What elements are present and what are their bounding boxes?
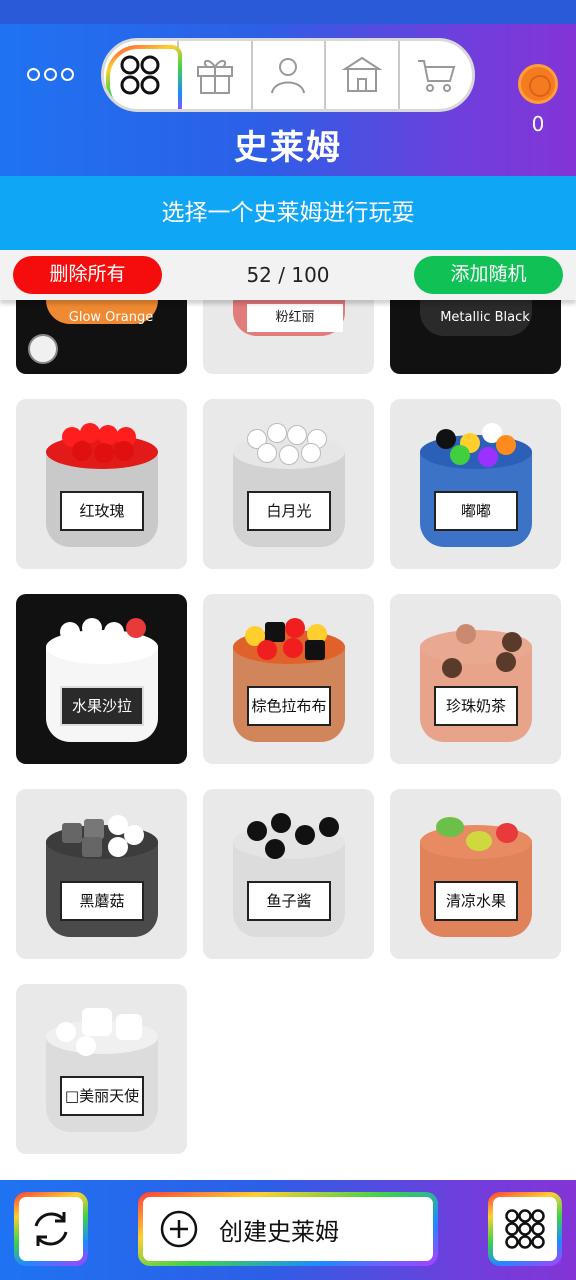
slime-jar: 珍珠奶茶 (420, 624, 532, 742)
cart-icon (418, 60, 456, 92)
slime-label: Metallic Black (440, 310, 530, 325)
slime-label: 清凉水果 (434, 881, 518, 921)
tab-slimes[interactable] (104, 41, 178, 109)
slime-jar: 鱼子酱 (233, 813, 345, 937)
tab-gifts[interactable] (176, 41, 251, 109)
refresh-button[interactable] (14, 1192, 88, 1266)
slime-jar: 棕色拉布布 (233, 618, 345, 742)
instruction-banner: 选择一个史莱姆进行玩耍 (0, 176, 576, 250)
slime-label: 棕色拉布布 (247, 686, 331, 726)
grid-dots-icon (505, 1209, 545, 1249)
refresh-icon (34, 1212, 68, 1246)
tab-profile[interactable] (250, 41, 325, 109)
dot-icon (43, 67, 57, 81)
nav-tabs (101, 38, 475, 112)
four-circles-icon (120, 55, 160, 95)
slime-label: 水果沙拉 (60, 686, 144, 726)
slime-jar: 清凉水果 (420, 817, 532, 937)
slime-card[interactable]: 红玫瑰 (16, 399, 187, 569)
gift-icon (196, 60, 233, 94)
header: 0 史莱姆 (0, 24, 576, 176)
add-random-button[interactable]: 添加随机 (414, 256, 563, 294)
person-icon (271, 58, 306, 94)
slime-label: 鱼子酱 (247, 881, 331, 921)
slime-jar: 嘟嘟 (420, 423, 532, 547)
slime-jar: 水果沙拉 (46, 618, 158, 742)
store-icon (341, 56, 383, 92)
create-slime-label: 创建史莱姆 (219, 1217, 339, 1246)
slime-card[interactable]: 水果沙拉 (16, 594, 187, 764)
slime-jar: □美丽天使 (46, 1008, 158, 1132)
slime-label: 红玫瑰 (60, 491, 144, 531)
tab-store[interactable] (324, 41, 398, 109)
plus-circle-icon (160, 1210, 198, 1248)
dot-icon (26, 67, 40, 81)
more-menu-button[interactable] (24, 60, 76, 88)
slime-label: 黑蘑菇 (60, 881, 144, 921)
slime-label: Glow Orange (68, 310, 154, 325)
app-root: 0 史莱姆 选择一个史莱姆进行玩耍 删除所有 52 / 100 添加随机 Glo… (0, 0, 576, 1280)
coin-icon (518, 64, 558, 104)
slime-card[interactable]: 黑蘑菇 (16, 789, 187, 959)
slime-label: 珍珠奶茶 (434, 686, 518, 726)
slime-jar: 黑蘑菇 (46, 815, 158, 937)
tab-cart[interactable] (398, 41, 472, 109)
slime-grid: Glow Orange 粉红丽 Metallic Black 红玫瑰 白月光 嘟… (0, 300, 576, 1180)
slime-card[interactable]: 嘟嘟 (390, 399, 561, 569)
slime-label: 粉红丽 (247, 304, 343, 332)
delete-all-button[interactable]: 删除所有 (13, 256, 162, 294)
slime-label: □美丽天使 (60, 1076, 144, 1116)
slime-card[interactable]: 鱼子酱 (203, 789, 374, 959)
status-bar (0, 0, 576, 24)
slime-jar: 白月光 (233, 423, 345, 547)
slime-card[interactable]: Metallic Black (390, 300, 561, 374)
slime-label: 白月光 (247, 491, 331, 531)
slime-counter: 52 / 100 (246, 263, 330, 287)
dot-icon (60, 67, 74, 81)
slime-label: 嘟嘟 (434, 491, 518, 531)
slime-card[interactable]: 珍珠奶茶 (390, 594, 561, 764)
slime-card[interactable]: 棕色拉布布 (203, 594, 374, 764)
slime-jar: 红玫瑰 (46, 423, 158, 547)
grid-menu-button[interactable] (488, 1192, 562, 1266)
slime-card[interactable]: 粉红丽 (203, 300, 374, 374)
create-slime-button[interactable]: 创建史莱姆 (138, 1192, 438, 1266)
toggle-icon[interactable] (28, 334, 58, 364)
bottom-bar: 创建史莱姆 (0, 1180, 576, 1280)
page-title: 史莱姆 (234, 128, 342, 168)
slime-card[interactable]: Glow Orange (16, 300, 187, 374)
slime-card[interactable]: 白月光 (203, 399, 374, 569)
slime-card[interactable]: 清凉水果 (390, 789, 561, 959)
slime-card[interactable]: □美丽天使 (16, 984, 187, 1154)
action-bar: 删除所有 52 / 100 添加随机 (0, 250, 576, 300)
